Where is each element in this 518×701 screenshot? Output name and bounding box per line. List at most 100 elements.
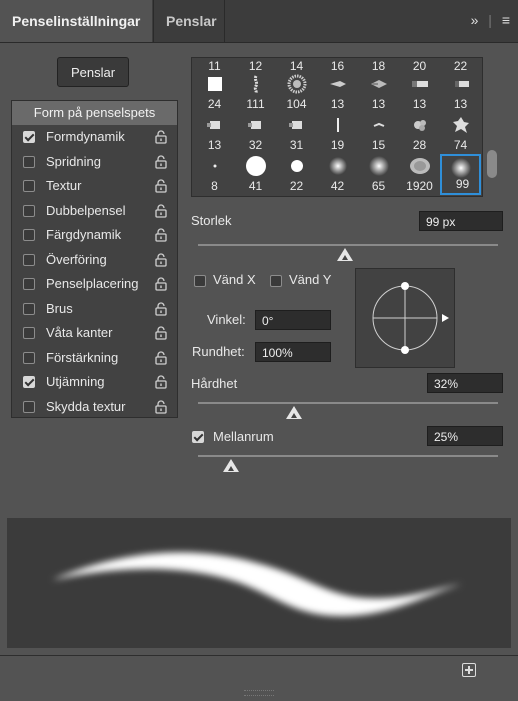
flip-x-checkbox[interactable] [194, 275, 206, 287]
hardness-slider-track[interactable] [198, 402, 498, 404]
sidebar-item[interactable]: Färgdynamik [12, 223, 177, 247]
brush-tip-icon [373, 122, 384, 127]
sidebar-checkbox[interactable] [23, 278, 35, 290]
sidebar-item[interactable]: Överföring [12, 248, 177, 272]
brush-preset[interactable]: 13 [399, 72, 440, 113]
brush-preset[interactable]: 65 [358, 154, 399, 195]
brush-preset[interactable]: 99 [440, 154, 481, 195]
brush-preset[interactable]: 31 [276, 113, 317, 154]
brush-preset[interactable]: 74 [440, 113, 481, 154]
sidebar-checkbox[interactable] [23, 180, 35, 192]
brush-preset[interactable]: 19 [317, 113, 358, 154]
hardness-label: Hårdhet [191, 376, 238, 391]
brush-preset-size: 16 [330, 59, 345, 73]
sidebar-checkbox[interactable] [23, 376, 35, 388]
sidebar-checkbox[interactable] [23, 351, 35, 364]
brush-preset[interactable]: 32 [235, 113, 276, 154]
brush-tip-icon [287, 74, 306, 94]
brush-preset[interactable]: 13 [440, 72, 481, 113]
spacing-checkbox[interactable] [192, 431, 204, 443]
angle-roundness-widget[interactable] [355, 268, 455, 368]
angle-circle-icon[interactable] [356, 269, 454, 367]
sidebar-item[interactable]: Brus [12, 297, 177, 321]
brush-tip-icon [411, 81, 428, 87]
sidebar-item[interactable]: Spridning [12, 150, 177, 174]
lock-icon[interactable] [155, 326, 167, 340]
sidebar-item[interactable]: Dubbelpensel [12, 199, 177, 223]
flip-y-checkbox[interactable] [270, 275, 282, 287]
sidebar-checkbox[interactable] [23, 400, 35, 413]
brush-preset[interactable]: 111 [235, 72, 276, 113]
sidebar-checkbox[interactable] [23, 253, 35, 266]
preset-grid-scrollbar[interactable] [487, 150, 497, 178]
brush-preset[interactable]: 42 [317, 154, 358, 195]
angle-input[interactable]: 0° [255, 310, 331, 330]
brush-preset[interactable]: 13 [194, 113, 235, 154]
flip-x-label: Vänd X [213, 272, 256, 287]
brush-preset[interactable]: 8 [194, 154, 235, 195]
brush-preset[interactable]: 104 [276, 72, 317, 113]
roundness-input[interactable]: 100% [255, 342, 331, 362]
sidebar-checkbox[interactable] [23, 327, 35, 339]
brush-tip-icon [409, 158, 430, 174]
expand-icon[interactable]: » [471, 12, 479, 28]
tab-brush-settings[interactable]: Penselinställningar [0, 0, 152, 42]
brush-preset[interactable]: 13 [317, 72, 358, 113]
size-input[interactable]: 99 px [419, 211, 503, 231]
lock-icon[interactable] [155, 399, 167, 414]
tab-bar-icons: » | ≡ [465, 12, 510, 28]
sidebar-item[interactable]: Utjämning [12, 370, 177, 394]
hardness-input[interactable]: 32% [427, 373, 503, 393]
brush-preset[interactable]: 22 [276, 154, 317, 195]
brush-tip-icon [413, 120, 426, 131]
lock-icon[interactable] [155, 203, 167, 218]
sidebar-checkbox[interactable] [23, 155, 35, 168]
flip-y-label: Vänd Y [289, 272, 332, 287]
sidebar-item[interactable]: Förstärkning [12, 346, 177, 370]
brush-preset[interactable]: 13 [358, 72, 399, 113]
lock-icon[interactable] [155, 375, 167, 389]
menu-icon[interactable]: ≡ [502, 12, 510, 28]
new-brush-icon[interactable] [462, 663, 476, 677]
tab-brushes[interactable]: Penslar [153, 0, 225, 42]
brush-preset-size: 13 [207, 138, 222, 152]
brush-tip-icon [329, 81, 346, 87]
sidebar-item[interactable]: Textur [12, 174, 177, 198]
lock-icon[interactable] [155, 252, 167, 267]
brush-preset[interactable]: 1920 [399, 154, 440, 195]
brush-preset[interactable]: 41 [235, 154, 276, 195]
brush-preset-size: 99 [455, 177, 470, 191]
roundness-label: Rundhet: [192, 344, 245, 359]
lock-icon[interactable] [155, 154, 167, 169]
brush-preset-size: 104 [286, 97, 307, 111]
brush-preset[interactable]: 15 [358, 113, 399, 154]
brush-preset[interactable]: 24 [194, 72, 235, 113]
lock-icon[interactable] [155, 277, 167, 291]
lock-icon[interactable] [155, 228, 167, 242]
size-slider-track[interactable] [198, 244, 498, 246]
lock-icon[interactable] [155, 179, 167, 193]
brush-preset-size: 15 [371, 138, 386, 152]
sidebar-checkbox[interactable] [23, 131, 35, 143]
brush-preset-size: 22 [453, 59, 468, 73]
brush-preset-size: 111 [246, 97, 265, 111]
brushes-button[interactable]: Penslar [57, 57, 129, 87]
sidebar-item[interactable]: Våta kanter [12, 321, 177, 345]
sidebar-item-brush-tip-shape[interactable]: Form på penselspets [12, 101, 177, 125]
sidebar-item[interactable]: Formdynamik [12, 125, 177, 149]
brush-tip-icon [450, 158, 471, 178]
lock-icon[interactable] [155, 130, 167, 144]
sidebar-item-label: Textur [46, 178, 82, 193]
brush-preset-size: 31 [289, 138, 304, 152]
lock-icon[interactable] [155, 350, 167, 365]
lock-icon[interactable] [155, 301, 167, 316]
brush-preset[interactable]: 28 [399, 113, 440, 154]
sidebar-checkbox[interactable] [23, 302, 35, 315]
sidebar-checkbox[interactable] [23, 229, 35, 241]
sidebar-item[interactable]: Skydda textur [12, 395, 177, 419]
spacing-input[interactable]: 25% [427, 426, 503, 446]
spacing-slider-track[interactable] [198, 455, 498, 457]
sidebar-checkbox[interactable] [23, 204, 35, 217]
sidebar-item[interactable]: Penselplacering [12, 272, 177, 296]
resize-grip[interactable] [244, 690, 274, 696]
